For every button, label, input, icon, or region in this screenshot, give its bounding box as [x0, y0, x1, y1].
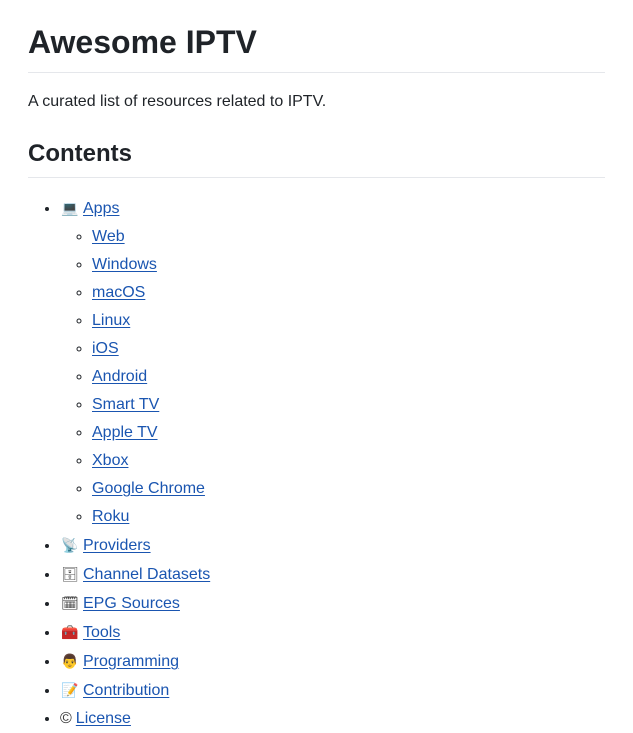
toc-subitem: Web	[92, 223, 605, 251]
toc-item-tools: 🧰Tools	[60, 618, 605, 647]
laptop-icon: 💻	[61, 200, 79, 216]
toc-link-apple-tv[interactable]: Apple TV	[92, 424, 158, 441]
contents-heading: Contents	[28, 139, 605, 178]
toc-subitem: Linux	[92, 307, 605, 335]
copyright-icon: ©	[60, 710, 72, 727]
toc-subitem: Android	[92, 363, 605, 391]
toc-subitem: Google Chrome	[92, 475, 605, 503]
intro-text: A curated list of resources related to I…	[28, 93, 327, 110]
toc-link-web[interactable]: Web	[92, 228, 125, 245]
toc-link-providers[interactable]: Providers	[83, 537, 151, 554]
technologist-icon: 👨	[61, 653, 79, 669]
toc-link-google-chrome[interactable]: Google Chrome	[92, 480, 205, 497]
toc-link-epg-sources[interactable]: EPG Sources	[83, 595, 180, 612]
toc-item-programming: 👨Programming	[60, 647, 605, 676]
toc-subitem: Xbox	[92, 447, 605, 475]
toc-link-xbox[interactable]: Xbox	[92, 452, 128, 469]
toc-item-apps: 💻Apps Web Windows macOS Linux iOS Androi…	[60, 194, 605, 531]
toc-link-smart-tv[interactable]: Smart TV	[92, 396, 159, 413]
toc-link-apps[interactable]: Apps	[83, 200, 119, 217]
toc-item-providers: 📡Providers	[60, 531, 605, 560]
apps-sublist: Web Windows macOS Linux iOS Android Smar…	[60, 223, 605, 531]
toc-link-macos[interactable]: macOS	[92, 284, 145, 301]
toc-link-contribution[interactable]: Contribution	[83, 682, 169, 699]
file-cabinet-icon: 🗄	[61, 566, 79, 582]
readme-page: Awesome IPTV A curated list of resources…	[0, 0, 633, 733]
memo-icon: 📝	[61, 682, 79, 698]
toc-subitem: Roku	[92, 503, 605, 531]
toc-item-epg-sources: 🗓EPG Sources	[60, 589, 605, 618]
toc-subitem: Smart TV	[92, 391, 605, 419]
toc-item-license: ©License	[60, 705, 605, 733]
toc-item-channel-datasets: 🗄Channel Datasets	[60, 560, 605, 589]
toc-subitem: macOS	[92, 279, 605, 307]
calendar-icon: 🗓	[61, 595, 79, 611]
toc-link-android[interactable]: Android	[92, 368, 147, 385]
toc-item-contribution: 📝Contribution	[60, 676, 605, 705]
toc-subitem: iOS	[92, 335, 605, 363]
toc-link-ios[interactable]: iOS	[92, 340, 119, 357]
toc-subitem: Apple TV	[92, 419, 605, 447]
toc-link-windows[interactable]: Windows	[92, 256, 157, 273]
toc-link-license[interactable]: License	[76, 710, 131, 727]
toc-link-roku[interactable]: Roku	[92, 508, 129, 525]
toolbox-icon: 🧰	[61, 624, 79, 640]
toc-link-programming[interactable]: Programming	[83, 653, 179, 670]
toc-link-tools[interactable]: Tools	[83, 624, 120, 641]
toc-link-channel-datasets[interactable]: Channel Datasets	[83, 566, 210, 583]
toc-subitem: Windows	[92, 251, 605, 279]
toc-link-linux[interactable]: Linux	[92, 312, 130, 329]
table-of-contents: 💻Apps Web Windows macOS Linux iOS Androi…	[28, 194, 605, 733]
page-title: Awesome IPTV	[28, 0, 605, 73]
satellite-antenna-icon: 📡	[61, 537, 79, 553]
